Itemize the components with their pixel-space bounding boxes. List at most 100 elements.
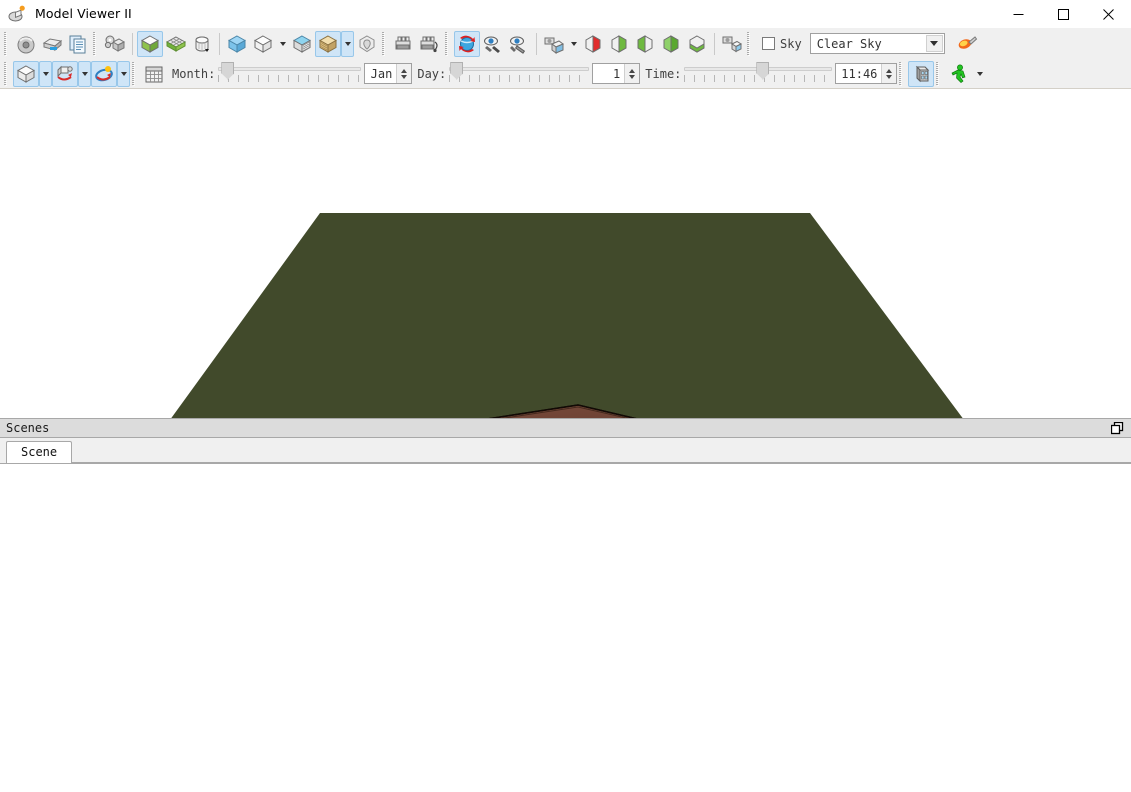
title-bar: Model Viewer II [0, 0, 1131, 28]
walkthrough-dropdown[interactable] [973, 61, 986, 87]
month-slider[interactable] [218, 61, 362, 87]
toolbar-separator [132, 32, 133, 55]
wireframe-mode-button[interactable] [250, 31, 276, 57]
day-slider-ticks [449, 74, 590, 82]
time-spinner[interactable]: 11:46 [835, 63, 898, 84]
camera-placement-button[interactable] [719, 31, 745, 57]
chevron-down-icon [120, 71, 127, 76]
chevron-down-icon [570, 41, 577, 46]
time-value: 11:46 [841, 66, 878, 81]
style-pencil-button[interactable] [953, 31, 981, 57]
chevron-down-icon [42, 71, 49, 76]
day-spinner-arrows[interactable] [624, 64, 640, 83]
xray-mode-button[interactable] [224, 31, 250, 57]
model-viewer-app-icon [7, 4, 27, 24]
month-value: Jan [370, 66, 393, 81]
face-green-2-button[interactable] [632, 31, 658, 57]
toolbar-grip-2[interactable] [92, 31, 99, 56]
export-button[interactable] [39, 31, 65, 57]
time-toolbar: Month: Jan Day: 1 Time: 11:46 [0, 59, 1131, 89]
hidden-line-button[interactable] [289, 31, 315, 57]
scene-camera-button[interactable] [391, 31, 417, 57]
orbit-view-button[interactable] [13, 60, 39, 87]
maximize-button[interactable] [1041, 0, 1086, 28]
spinner-up-icon [629, 68, 636, 73]
day-slider[interactable] [449, 61, 590, 87]
time-label: Time: [645, 66, 682, 81]
calendar-icon[interactable] [141, 61, 167, 87]
main-toolbar: Sky Clear Sky [0, 28, 1131, 59]
minimize-button[interactable] [996, 0, 1041, 28]
chevron-down-icon [344, 41, 351, 46]
chevron-down-icon [279, 41, 286, 46]
toolbar-grip-4[interactable] [444, 31, 451, 56]
spinner-down-icon [401, 74, 408, 79]
toolbar-grip[interactable] [3, 31, 10, 56]
chevron-down-icon [976, 71, 983, 76]
ground-grid-button[interactable] [163, 31, 189, 57]
scenes-panel-header: Scenes [0, 417, 1131, 438]
camera-preset-button[interactable] [541, 31, 567, 57]
sun-study-button[interactable] [454, 30, 480, 57]
face-green-3-button[interactable] [658, 31, 684, 57]
shadow-toggle-button[interactable] [908, 60, 935, 87]
spinner-down-icon [886, 74, 893, 79]
tabstrip-filler [72, 440, 1131, 463]
day-spinner[interactable]: 1 [592, 63, 641, 84]
time-slider-ticks [684, 74, 833, 82]
scenes-panel-title: Scenes [6, 420, 50, 435]
time-toolbar-grip[interactable] [3, 61, 10, 86]
face-red-button[interactable] [580, 31, 606, 57]
tab-scene-label: Scene [21, 445, 58, 459]
model-settings-button[interactable] [102, 31, 128, 57]
tab-scene[interactable]: Scene [6, 440, 73, 463]
toolbar-separator-2 [219, 32, 220, 55]
sky-select-value: Clear Sky [816, 36, 882, 51]
sun-orbit-button[interactable] [91, 60, 117, 87]
camera-preset-dropdown[interactable] [567, 31, 580, 57]
visibility-button[interactable] [480, 31, 506, 57]
sky-select-arrow[interactable] [925, 35, 943, 52]
toolbar-grip-5[interactable] [746, 31, 753, 56]
model-viewer-window: Model Viewer II Sky Clear Sky Month: Jan… [0, 0, 1131, 792]
window-title: Model Viewer II [35, 6, 132, 21]
window-controls [996, 0, 1131, 28]
chevron-down-icon [81, 71, 88, 76]
camera-rotate-button[interactable] [52, 60, 78, 87]
close-button[interactable] [1086, 0, 1131, 28]
model-viewport[interactable]: 15° 10° 160° 150° 140° 130° 120° 110° 10… [0, 89, 1131, 418]
walkthrough-button[interactable] [945, 61, 973, 87]
camera-rotate-dropdown[interactable] [78, 60, 91, 87]
toolbar-separator-4 [714, 32, 715, 55]
day-value: 1 [613, 66, 621, 81]
copy-button[interactable] [65, 31, 91, 57]
textured-mode-button[interactable] [315, 30, 341, 57]
sky-checkbox[interactable] [762, 37, 775, 50]
open-model-button[interactable] [13, 31, 39, 57]
scene-render: 15° 10° 160° 150° 140° 130° 120° 110° 10… [0, 89, 1131, 418]
restore-panel-icon[interactable] [1110, 421, 1124, 435]
face-green-4-button[interactable] [684, 31, 710, 57]
shadow-toolbar-grip[interactable] [898, 61, 906, 86]
scenes-tabstrip: Scene [0, 437, 1131, 464]
wireframe-dropdown[interactable] [276, 31, 289, 57]
month-spinner[interactable]: Jan [364, 63, 413, 84]
time-spinner-arrows[interactable] [881, 64, 897, 83]
shaded-view-button[interactable] [137, 30, 163, 57]
animation-button[interactable] [417, 31, 443, 57]
section-view-button[interactable] [189, 31, 215, 57]
sky-select[interactable]: Clear Sky [809, 33, 945, 54]
sun-orbit-dropdown[interactable] [117, 60, 130, 87]
toolbar-grip-3[interactable] [381, 31, 388, 56]
bottom-filler [0, 463, 1131, 792]
time-slider[interactable] [684, 61, 833, 87]
face-green-1-button[interactable] [606, 31, 632, 57]
walkthrough-toolbar-grip[interactable] [935, 61, 943, 86]
textured-dropdown[interactable] [341, 30, 354, 57]
monochrome-button[interactable] [354, 31, 380, 57]
month-spinner-arrows[interactable] [396, 64, 412, 83]
date-toolbar-grip[interactable] [131, 61, 138, 86]
orbit-view-dropdown[interactable] [39, 60, 52, 87]
daylight-tools-button[interactable] [506, 31, 532, 57]
sky-label: Sky [780, 36, 802, 51]
